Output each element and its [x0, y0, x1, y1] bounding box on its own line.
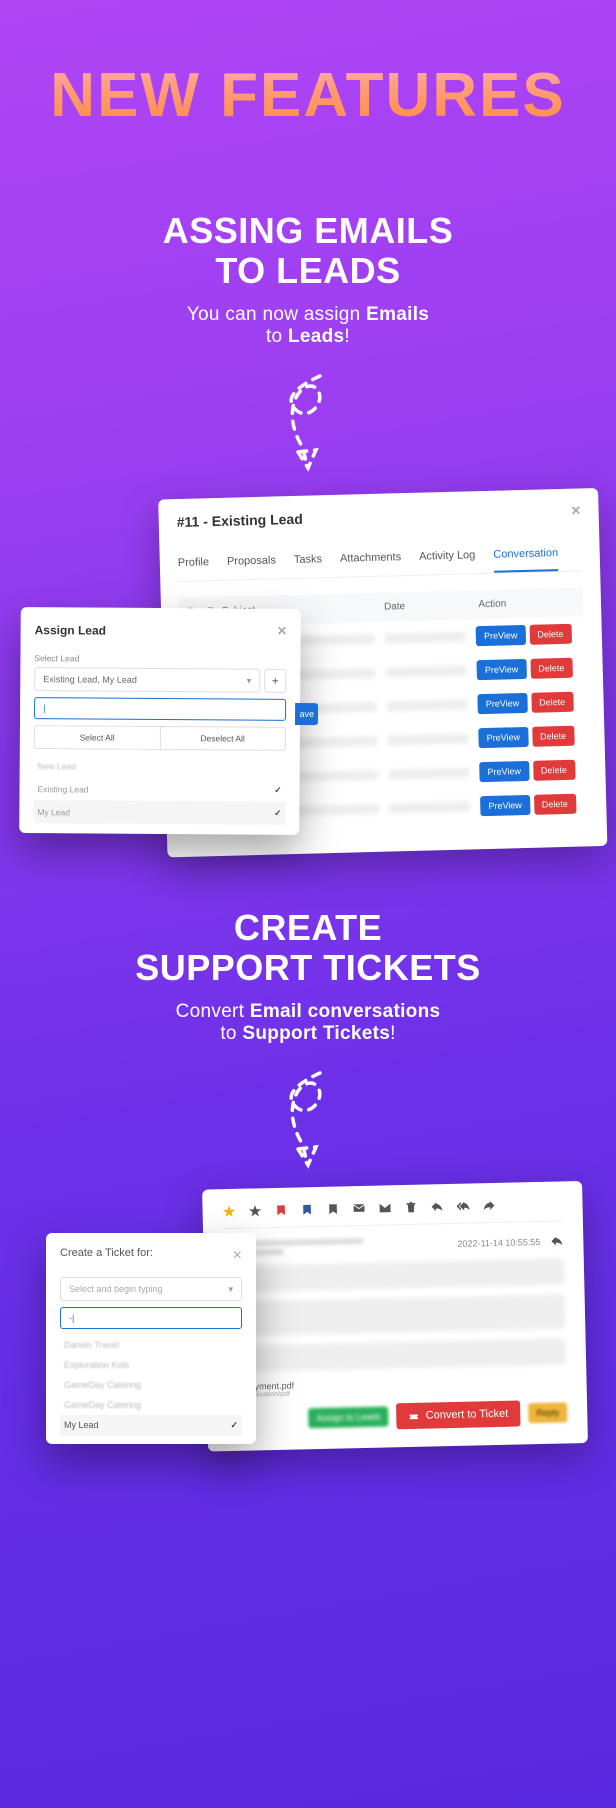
- reply-button[interactable]: Reply: [528, 1403, 567, 1424]
- preview-button[interactable]: PreView: [476, 625, 526, 646]
- tab-attachments[interactable]: Attachments: [340, 541, 402, 577]
- ticket-modal-title: Create a Ticket for:: [60, 1247, 153, 1265]
- lead-modal-title: #11 - Existing Lead: [177, 511, 303, 530]
- assign-lead-modal: Assign Lead × Select Lead Existing Lead,…: [19, 607, 301, 835]
- save-button[interactable]: ave: [295, 703, 318, 725]
- create-ticket-modal: Create a Ticket for: × Select and begin …: [46, 1233, 256, 1444]
- mail-meta: 2022-11-14 10:55:55: [223, 1234, 563, 1257]
- close-icon[interactable]: ×: [233, 1247, 242, 1265]
- mail-timestamp: 2022-11-14 10:55:55: [457, 1237, 540, 1249]
- select-lead-label: Select Lead: [34, 653, 286, 665]
- tab-conversation[interactable]: Conversation: [493, 537, 559, 573]
- ticket-option[interactable]: Exploration Kids: [60, 1355, 242, 1375]
- ticket-option[interactable]: GameDay Catering: [60, 1375, 242, 1395]
- mail-toolbar: ★ ★: [222, 1196, 563, 1230]
- preview-button[interactable]: PreView: [478, 693, 528, 714]
- star-filled-icon[interactable]: ★: [222, 1205, 235, 1218]
- close-icon[interactable]: ×: [571, 503, 581, 521]
- preview-button[interactable]: PreView: [480, 795, 530, 816]
- ticket-select[interactable]: Select and begin typing: [60, 1277, 242, 1301]
- section-assign-emails: ASSING EMAILS TO LEADS You can now assig…: [0, 151, 616, 478]
- delete-button[interactable]: Delete: [529, 624, 572, 645]
- banner-title: NEW FEATURES: [0, 60, 616, 131]
- star-icon[interactable]: ★: [248, 1205, 261, 1218]
- ticket-option[interactable]: GameDay Catering: [60, 1395, 242, 1415]
- mail-icon[interactable]: [378, 1202, 391, 1215]
- preview-button[interactable]: PreView: [477, 659, 527, 680]
- lead-options-list: New Lead Existing Lead✓ My Lead✓: [33, 755, 285, 825]
- delete-button[interactable]: Delete: [530, 658, 573, 679]
- deselect-all-button[interactable]: Deselect All: [159, 726, 286, 751]
- trash-icon[interactable]: [404, 1201, 417, 1214]
- section2-title: CREATE SUPPORT TICKETS: [30, 908, 586, 987]
- tab-proposals[interactable]: Proposals: [227, 545, 277, 580]
- assign-modal-title: Assign Lead: [35, 623, 106, 637]
- bookmark-blue-icon[interactable]: [300, 1203, 313, 1216]
- delete-button[interactable]: Delete: [533, 760, 576, 781]
- assign-to-leads-button[interactable]: Assign to Leads: [308, 1407, 388, 1429]
- select-all-button[interactable]: Select All: [34, 725, 160, 750]
- lead-option[interactable]: Existing Lead✓: [33, 777, 285, 802]
- forward-icon[interactable]: [482, 1199, 495, 1212]
- panel-tickets: ★ ★ 2022-11-14 10:55:55: [0, 1181, 616, 1601]
- tab-tasks[interactable]: Tasks: [293, 543, 322, 578]
- ticket-option[interactable]: My Lead✓: [60, 1415, 242, 1436]
- tab-bar: Profile Proposals Tasks Attachments Acti…: [177, 537, 582, 583]
- attachment-row[interactable]: payment.pdf application/pdf: [226, 1375, 566, 1400]
- ticket-search-input[interactable]: [60, 1307, 242, 1329]
- section1-subtitle: You can now assign Emails to Leads!: [30, 304, 586, 348]
- lead-search-input[interactable]: [34, 697, 286, 721]
- preview-button[interactable]: PreView: [478, 727, 528, 748]
- delete-button[interactable]: Delete: [532, 726, 575, 747]
- add-lead-button[interactable]: +: [264, 669, 286, 693]
- arrow-squiggle-icon: [258, 1065, 358, 1175]
- lead-option[interactable]: New Lead: [34, 755, 286, 779]
- ticket-option[interactable]: Darwin Travel: [60, 1335, 242, 1355]
- ticket-icon: [409, 1411, 420, 1422]
- section2-subtitle: Convert Email conversations to Support T…: [30, 1001, 586, 1045]
- panel-assign-emails: #11 - Existing Lead × Profile Proposals …: [0, 488, 616, 808]
- check-icon: ✓: [274, 808, 281, 819]
- bookmark-red-icon[interactable]: [274, 1204, 287, 1217]
- preview-button[interactable]: PreView: [479, 761, 529, 782]
- check-icon: ✓: [230, 1420, 238, 1431]
- tab-profile[interactable]: Profile: [177, 546, 209, 581]
- reply-icon[interactable]: [550, 1235, 563, 1248]
- delete-button[interactable]: Delete: [534, 794, 577, 815]
- reply-all-icon[interactable]: [456, 1200, 469, 1213]
- section-support-tickets: CREATE SUPPORT TICKETS Convert Email con…: [0, 808, 616, 1175]
- tab-activity-log[interactable]: Activity Log: [419, 539, 476, 574]
- ticket-options-list: Darwin Travel Exploration Kids GameDay C…: [60, 1335, 242, 1436]
- reply-icon[interactable]: [430, 1201, 443, 1214]
- section1-title: ASSING EMAILS TO LEADS: [30, 211, 586, 290]
- mail-body: [224, 1259, 566, 1373]
- lead-select[interactable]: Existing Lead, My Lead: [34, 667, 260, 693]
- close-icon[interactable]: ×: [277, 623, 286, 641]
- arrow-squiggle-icon: [258, 368, 358, 478]
- mail-read-icon[interactable]: [352, 1202, 365, 1215]
- check-icon: ✓: [274, 785, 281, 796]
- bookmark-icon[interactable]: [326, 1203, 339, 1216]
- delete-button[interactable]: Delete: [531, 692, 574, 713]
- email-view-card: ★ ★ 2022-11-14 10:55:55: [202, 1181, 588, 1452]
- lead-option[interactable]: My Lead✓: [33, 800, 285, 825]
- col-action: Action: [470, 588, 583, 620]
- col-date: Date: [376, 591, 471, 622]
- banner: NEW FEATURES: [0, 0, 616, 151]
- convert-to-ticket-button[interactable]: Convert to Ticket: [396, 1401, 520, 1430]
